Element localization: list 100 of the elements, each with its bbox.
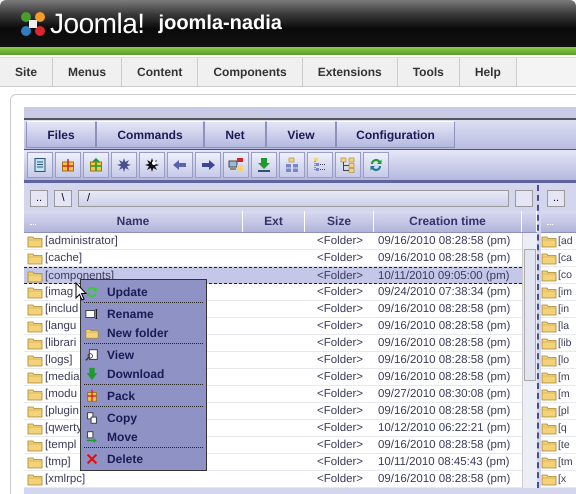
- file-name: [q: [558, 422, 567, 434]
- table-cell-text: 09/16/2010 08:28:58 (pm): [377, 320, 512, 332]
- file-name: [x: [558, 473, 566, 485]
- column-header[interactable]: Size: [305, 211, 374, 232]
- file-name: [lo: [558, 354, 570, 366]
- table-cell-text: 09/16/2010 08:28:58 (pm): [377, 337, 512, 349]
- file-name: [lib: [558, 337, 572, 349]
- toolbar-button[interactable]: [335, 152, 361, 178]
- table-cell-text: <Folder>: [316, 270, 364, 282]
- delete-icon: [85, 452, 99, 466]
- file-name: [tm: [558, 456, 573, 468]
- table-cell-text: <Folder>: [316, 303, 364, 315]
- menu-tab[interactable]: Net: [204, 121, 266, 148]
- grid-icon: [284, 157, 300, 173]
- menu-item[interactable]: Content: [122, 58, 198, 86]
- site-name: joomla-nadia: [158, 12, 282, 35]
- file-name: [plugin: [45, 405, 79, 417]
- starburst-icon: [116, 157, 132, 173]
- menu-item[interactable]: Extensions: [302, 58, 398, 86]
- file-row[interactable]: [xmlrpc] <Folder> 09/16/2010 08:28:58 (pm): [24, 471, 522, 488]
- toolbar-button[interactable]: [251, 152, 277, 178]
- table-cell-text: <Folder>: [316, 371, 364, 383]
- starburst-icon: [144, 157, 160, 173]
- toolbar-button[interactable]: [111, 152, 137, 178]
- file-name: [logs]: [45, 354, 72, 366]
- column-header[interactable]: Ext: [243, 211, 305, 232]
- table-cell-text: 09/16/2010 08:28:58 (pm): [377, 235, 512, 247]
- nav-button[interactable]: ..: [547, 190, 565, 206]
- file-name: [templ: [45, 439, 76, 451]
- table-cell-text: <Folder>: [316, 286, 364, 298]
- list-icon: [312, 157, 328, 173]
- file-name: [tmp]: [45, 456, 71, 468]
- file-name: [ca: [558, 252, 572, 264]
- menu-item[interactable]: View: [81, 345, 206, 364]
- download-icon: [256, 157, 272, 173]
- file-row[interactable]: [components] <Folder> 10/11/2010 09:05:00 (pm): [24, 267, 522, 284]
- menu-tab[interactable]: Configuration: [336, 121, 455, 148]
- file-row[interactable]: [cache] <Folder> 09/16/2010 08:28:58 (pm): [24, 250, 522, 267]
- logo-text: Joomla!: [50, 8, 145, 40]
- right-arrow-icon: [200, 157, 216, 173]
- rename-icon: [85, 306, 99, 320]
- file-name: [langu: [45, 320, 76, 332]
- table-cell-text: <Folder>: [316, 337, 364, 349]
- menu-item[interactable]: Copy: [81, 408, 206, 427]
- table-cell-text: <Folder>: [316, 235, 364, 247]
- magnifier-icon: [85, 348, 99, 362]
- table-cell-text: 09/24/2010 07:38:34 (pm): [377, 286, 512, 298]
- file-name: [cache]: [45, 252, 82, 264]
- menu-tab[interactable]: View: [266, 121, 336, 148]
- file-name: [xmlrpc]: [45, 473, 86, 485]
- package-icon: [88, 157, 104, 173]
- package-icon: [60, 157, 76, 173]
- menu-item[interactable]: Tools: [398, 58, 460, 86]
- menu-tab[interactable]: Files: [26, 121, 96, 148]
- toolbar-button[interactable]: [195, 152, 221, 178]
- file-name: [administrator]: [45, 235, 118, 247]
- nav-button[interactable]: \: [54, 190, 72, 206]
- table-cell-text: <Folder>: [316, 405, 364, 417]
- file-name: [modu: [45, 388, 77, 400]
- file-name: [la: [558, 320, 570, 332]
- menu-item[interactable]: Site: [0, 58, 54, 86]
- table-cell-text: 09/16/2010 08:28:58 (pm): [377, 473, 512, 485]
- file-name: [co: [558, 269, 572, 281]
- toolbar-button[interactable]: [139, 152, 165, 178]
- table-cell-text: <Folder>: [316, 320, 364, 332]
- table-cell-text: <Folder>: [316, 354, 364, 366]
- toolbar-button[interactable]: [223, 152, 249, 178]
- scrollbar[interactable]: [522, 233, 537, 488]
- table-cell-text: <Folder>: [316, 473, 364, 485]
- table-cell-text: 09/16/2010 08:28:58 (pm): [377, 303, 512, 315]
- file-row[interactable]: [administrator] <Folder> 09/16/2010 08:28:58 (pm): [24, 233, 522, 250]
- file-name: [librari: [45, 337, 76, 349]
- refresh-icon: [85, 284, 99, 298]
- table-cell-text: 09/16/2010 08:28:58 (pm): [377, 439, 512, 451]
- nav-button[interactable]: ..: [30, 190, 48, 206]
- file-name: [pl: [558, 405, 570, 417]
- menu-item[interactable]: Components: [198, 58, 303, 86]
- column-header[interactable]: Creation time: [374, 211, 522, 232]
- copy-icon: [85, 410, 99, 424]
- table-cell-text: 10/11/2010 09:05:00 (pm): [377, 270, 510, 282]
- menu-tab[interactable]: Commands: [96, 121, 204, 148]
- menu-item[interactable]: Pack: [81, 386, 206, 405]
- left-arrow-icon: [172, 157, 188, 173]
- cursor-icon: [75, 282, 87, 301]
- path-field[interactable]: /: [78, 190, 509, 206]
- notepad-icon: [32, 157, 48, 173]
- file-name: [ad: [558, 235, 573, 247]
- file-name: [m: [558, 371, 570, 383]
- table-cell-text: <Folder>: [316, 456, 364, 468]
- menu-item[interactable]: Menus: [53, 58, 122, 86]
- menu-item[interactable]: Help: [460, 58, 517, 86]
- column-header[interactable]: Name: [24, 211, 243, 232]
- table-cell-text: 09/16/2010 08:28:58 (pm): [377, 252, 512, 264]
- file-name: [in: [558, 303, 570, 315]
- toolbar-button[interactable]: [27, 152, 53, 178]
- move-icon: [85, 430, 99, 444]
- package-icon: [85, 388, 99, 402]
- table-cell-text: <Folder>: [316, 439, 364, 451]
- table-cell-text: 09/27/2010 08:30:08 (pm): [377, 388, 512, 400]
- file-name: [te: [558, 439, 570, 451]
